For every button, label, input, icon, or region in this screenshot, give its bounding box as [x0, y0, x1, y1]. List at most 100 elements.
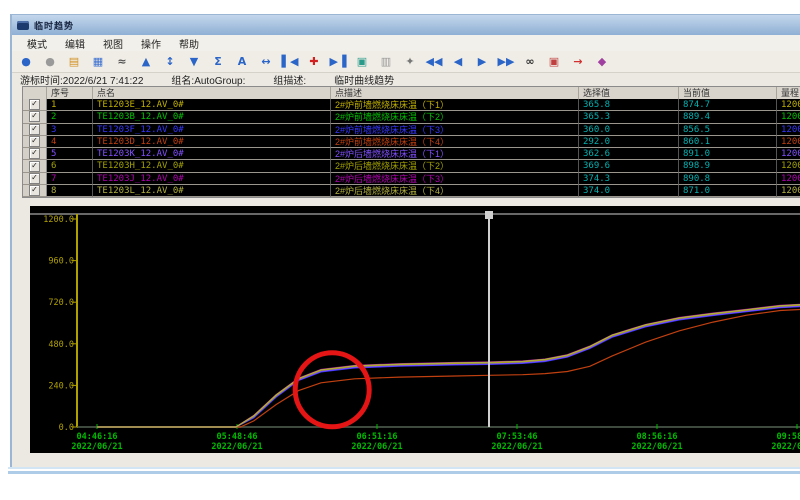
- row-visibility-checkbox[interactable]: ✓: [29, 111, 40, 122]
- current-value: 890.8: [679, 173, 777, 185]
- snapshot-icon[interactable]: ▣: [352, 52, 372, 71]
- menu-item-0[interactable]: 模式: [18, 36, 56, 51]
- column-header-2: 点名: [93, 87, 331, 99]
- table-row[interactable]: ✓2TE1203B_12.AV_0#2#炉前墙燃烧床床温（下2）365.3889…: [23, 111, 800, 123]
- pause-icon[interactable]: ●: [40, 52, 60, 71]
- fast-forward-icon[interactable]: ▶▶: [496, 52, 516, 71]
- x-tick-date-label: 2022/06/21: [211, 442, 262, 452]
- tag-name: TE1203E_12.AV_0#: [93, 99, 331, 111]
- window-bottom-edge-outer: [8, 467, 800, 469]
- row-visibility-checkbox[interactable]: ✓: [29, 185, 40, 196]
- auto-scale-icon[interactable]: Σ: [208, 52, 228, 71]
- menu-item-1[interactable]: 编辑: [56, 36, 94, 51]
- range-value: 1200.0: [777, 185, 800, 197]
- menu-item-3[interactable]: 操作: [132, 36, 170, 51]
- tag-description: 2#炉前墙燃烧床床温（下1）: [331, 99, 579, 111]
- menu-item-2[interactable]: 视图: [94, 36, 132, 51]
- pointer-icon[interactable]: A: [232, 52, 252, 71]
- step-forward-icon[interactable]: ▶: [472, 52, 492, 71]
- tag-table-header: 序号点名点描述选择值当前值量程: [23, 87, 800, 99]
- y-tick-label: 720.0: [48, 298, 74, 308]
- status-line: 游标时间:2022/6/21 7:41:22 组名:AutoGroup: 组描述…: [20, 73, 800, 86]
- menu-item-4[interactable]: 帮助: [170, 36, 208, 51]
- y-tick-label: 960.0: [48, 257, 74, 267]
- current-value: 889.4: [679, 111, 777, 123]
- tag-name: TE1203D_12.AV_0#: [93, 136, 331, 148]
- selected-value: 360.0: [579, 124, 679, 136]
- table-row[interactable]: ✓8TE1203L_12.AV_0#2#炉后墙燃烧床床温（下4）374.0871…: [23, 185, 800, 197]
- tag-name: TE1203F_12.AV_0#: [93, 124, 331, 136]
- curve-mode-icon[interactable]: ≈: [112, 52, 132, 71]
- row-visibility-checkbox[interactable]: ✓: [29, 161, 40, 172]
- page-left-icon[interactable]: ▌◀: [280, 52, 300, 71]
- scale-down-icon[interactable]: ▼: [184, 52, 204, 71]
- data-grid-icon[interactable]: ▦: [88, 52, 108, 71]
- x-tick-time-label: 05:48:46: [217, 432, 258, 442]
- menu-bar: 模式编辑视图操作帮助: [12, 35, 800, 52]
- x-tick-time-label: 06:51:16: [357, 432, 398, 442]
- group-desc-label: 组描述:: [273, 72, 306, 87]
- tag-name: TE1203B_12.AV_0#: [93, 111, 331, 123]
- row-visibility-checkbox[interactable]: ✓: [29, 99, 40, 110]
- range-value: 1200.0: [777, 173, 800, 185]
- trend-window: 临时趋势 模式编辑视图操作帮助 ●●▤▦≈▲↕▼ΣA↔▌◀✚▶▐▣▥✦◀◀◀▶▶…: [10, 14, 800, 467]
- print-icon[interactable]: ▣: [544, 52, 564, 71]
- time-cursor-handle[interactable]: [485, 211, 493, 219]
- fast-backward-icon[interactable]: ◀◀: [424, 52, 444, 71]
- row-visibility-checkbox[interactable]: ✓: [29, 124, 40, 135]
- x-tick-time-label: 09:58:46: [777, 432, 800, 442]
- series-line-TE1203K_12.AV_0#: [97, 305, 800, 427]
- time-span-icon[interactable]: ↔: [256, 52, 276, 71]
- table-row[interactable]: ✓5TE1203K_12.AV_0#2#炉后墙燃烧床床温（下1）362.6891…: [23, 148, 800, 160]
- realtime-clock-icon[interactable]: ●: [16, 52, 36, 71]
- selected-value: 362.6: [579, 148, 679, 160]
- scale-up-icon[interactable]: ▲: [136, 52, 156, 71]
- settings-tools-icon[interactable]: ✦: [400, 52, 420, 71]
- row-number: 1: [47, 99, 93, 111]
- tag-description: 2#炉后墙燃烧床床温（下2）: [331, 160, 579, 172]
- step-backward-icon[interactable]: ◀: [448, 52, 468, 71]
- tag-description: 2#炉前墙燃烧床床温（下2）: [331, 111, 579, 123]
- table-row[interactable]: ✓4TE1203D_12.AV_0#2#炉前墙燃烧床床温（下4）292.0860…: [23, 136, 800, 148]
- row-number: 4: [47, 136, 93, 148]
- tag-table-body: ✓1TE1203E_12.AV_0#2#炉前墙燃烧床床温（下1）365.8874…: [23, 99, 800, 197]
- column-header-0: [23, 87, 47, 99]
- checkbox-cell: ✓: [23, 136, 47, 148]
- row-visibility-checkbox[interactable]: ✓: [29, 136, 40, 147]
- table-row[interactable]: ✓1TE1203E_12.AV_0#2#炉前墙燃烧床床温（下1）365.8874…: [23, 99, 800, 111]
- trend-chart-svg: 1200.0960.0720.0480.0240.00.004:46:16202…: [30, 206, 800, 453]
- copy-icon[interactable]: ▥: [376, 52, 396, 71]
- page-right-icon[interactable]: ▶▐: [328, 52, 348, 71]
- row-number: 6: [47, 160, 93, 172]
- table-row[interactable]: ✓ 6TE1203H_12.AV_0#2#炉后墙燃烧床床温（下2）369.6898…: [23, 160, 800, 172]
- checkbox-cell: ✓: [23, 160, 47, 172]
- group-name-label: 组名:AutoGroup:: [171, 72, 245, 87]
- window-title: 临时趋势: [34, 19, 74, 32]
- table-row[interactable]: ✓3TE1203F_12.AV_0#2#炉前墙燃烧床床温（下3）360.0856…: [23, 124, 800, 136]
- y-tick-label: 0.0: [59, 423, 74, 433]
- y-tick-label: 1200.0: [43, 215, 74, 225]
- selected-value: 369.6: [579, 160, 679, 172]
- x-tick-time-label: 04:46:16: [77, 432, 118, 442]
- x-tick-date-label: 2022/06/21: [71, 442, 122, 452]
- current-value: 898.9: [679, 160, 777, 172]
- range-value: 1200.0: [777, 148, 800, 160]
- open-group-icon[interactable]: ▤: [64, 52, 84, 71]
- y-tick-label: 240.0: [48, 381, 74, 391]
- checkbox-cell: ✓: [23, 111, 47, 123]
- selected-value: 292.0: [579, 136, 679, 148]
- scale-reset-icon[interactable]: ↕: [160, 52, 180, 71]
- search-binoculars-icon[interactable]: ∞: [520, 52, 540, 71]
- row-visibility-checkbox[interactable]: ✓: [29, 148, 40, 159]
- add-cursor-icon[interactable]: ✚: [304, 52, 324, 71]
- table-row[interactable]: ✓7TE1203J_12.AV_0#2#炉后墙燃烧床床温（下3）374.3890…: [23, 173, 800, 185]
- title-bar[interactable]: 临时趋势: [12, 15, 800, 35]
- print-color-icon[interactable]: ◆: [592, 52, 612, 71]
- export-icon[interactable]: →: [568, 52, 588, 71]
- tag-name: TE1203H_12.AV_0#: [93, 160, 331, 172]
- highlight-circle-annotation: [295, 353, 369, 427]
- x-tick-date-label: 2022/06/21: [631, 442, 682, 452]
- row-visibility-checkbox[interactable]: ✓: [29, 173, 40, 184]
- screenshot-root: 临时趋势 模式编辑视图操作帮助 ●●▤▦≈▲↕▼ΣA↔▌◀✚▶▐▣▥✦◀◀◀▶▶…: [0, 0, 800, 500]
- column-header-1: 序号: [47, 87, 93, 99]
